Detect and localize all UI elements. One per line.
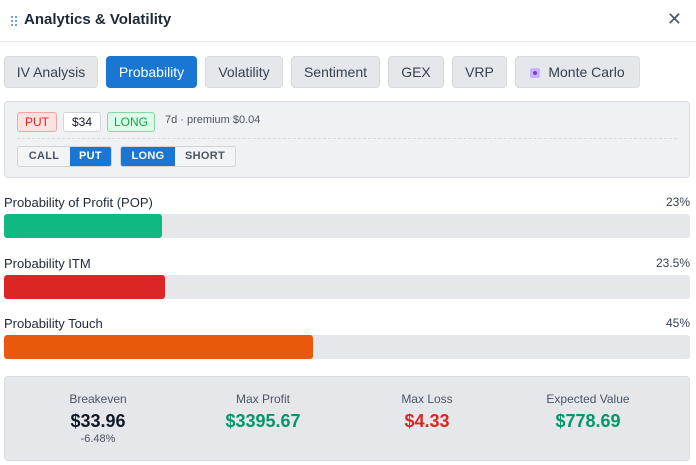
- put-toggle-button[interactable]: PUT: [70, 147, 111, 166]
- tab-volatility[interactable]: Volatility: [205, 56, 283, 88]
- itm-bar-fill: [4, 275, 166, 299]
- option-type-badge: PUT: [17, 112, 57, 132]
- max-profit-label: Max Profit: [235, 392, 290, 406]
- breakeven-label: Breakeven: [69, 392, 127, 406]
- call-toggle-button[interactable]: CALL: [18, 147, 70, 166]
- itm-value: 23.5%: [655, 256, 690, 270]
- tab-monte-carlo-label: Monte Carlo: [548, 64, 625, 80]
- short-toggle-button[interactable]: SHORT: [175, 147, 235, 166]
- touch-label: Probability Touch: [4, 316, 103, 331]
- option-type-toggle: CALL PUT: [17, 146, 112, 167]
- expiry-premium-text: 7d · premium $0.04: [165, 114, 261, 126]
- option-config-panel: PUT $34 LONG 7d · premium $0.04 CALL PUT…: [4, 101, 690, 178]
- breakeven-value: $33.96: [70, 411, 126, 431]
- tab-sentiment[interactable]: Sentiment: [291, 56, 380, 88]
- max-loss-stat: Max Loss $4.33: [357, 392, 497, 432]
- tab-monte-carlo[interactable]: Monte Carlo: [515, 56, 640, 88]
- pop-bar-fill: [4, 214, 162, 238]
- position-toggle: LONG SHORT: [120, 146, 236, 167]
- tab-gex[interactable]: GEX: [388, 56, 444, 88]
- tab-probability[interactable]: Probability: [106, 56, 197, 88]
- expected-value-label: Expected Value: [546, 392, 630, 406]
- drag-handle-icon[interactable]: [11, 16, 19, 30]
- breakeven-percent: -6.48%: [80, 433, 116, 445]
- panel-header: Analytics & Volatility ✕: [0, 0, 696, 42]
- pop-bar-track: [4, 214, 690, 238]
- divider: [17, 138, 677, 139]
- itm-bar-track: [4, 275, 690, 299]
- position-badge: LONG: [107, 112, 155, 132]
- close-icon[interactable]: ✕: [667, 9, 682, 29]
- expected-value-value: $778.69: [555, 411, 621, 431]
- long-toggle-button[interactable]: LONG: [121, 147, 175, 166]
- max-profit-stat: Max Profit $3395.67: [193, 392, 333, 432]
- tab-vrp[interactable]: VRP: [452, 56, 507, 88]
- pop-label: Probability of Profit (POP): [4, 195, 153, 210]
- touch-bar-fill: [4, 335, 313, 359]
- touch-value: 45%: [665, 316, 690, 330]
- breakeven-stat: Breakeven $33.96 -6.48%: [28, 392, 168, 445]
- panel-title: Analytics & Volatility: [24, 11, 172, 28]
- stats-summary: Breakeven $33.96 -6.48% Max Profit $3395…: [4, 376, 690, 461]
- dice-icon: [530, 68, 541, 78]
- touch-bar-track: [4, 335, 690, 359]
- max-profit-value: $3395.67: [225, 411, 301, 431]
- tab-iv-analysis[interactable]: IV Analysis: [4, 56, 98, 88]
- itm-label: Probability ITM: [4, 256, 91, 271]
- strike-badge: $34: [63, 112, 101, 132]
- max-loss-label: Max Loss: [401, 392, 453, 406]
- max-loss-value: $4.33: [404, 411, 450, 431]
- pop-value: 23%: [665, 195, 690, 209]
- expected-value-stat: Expected Value $778.69: [518, 392, 658, 432]
